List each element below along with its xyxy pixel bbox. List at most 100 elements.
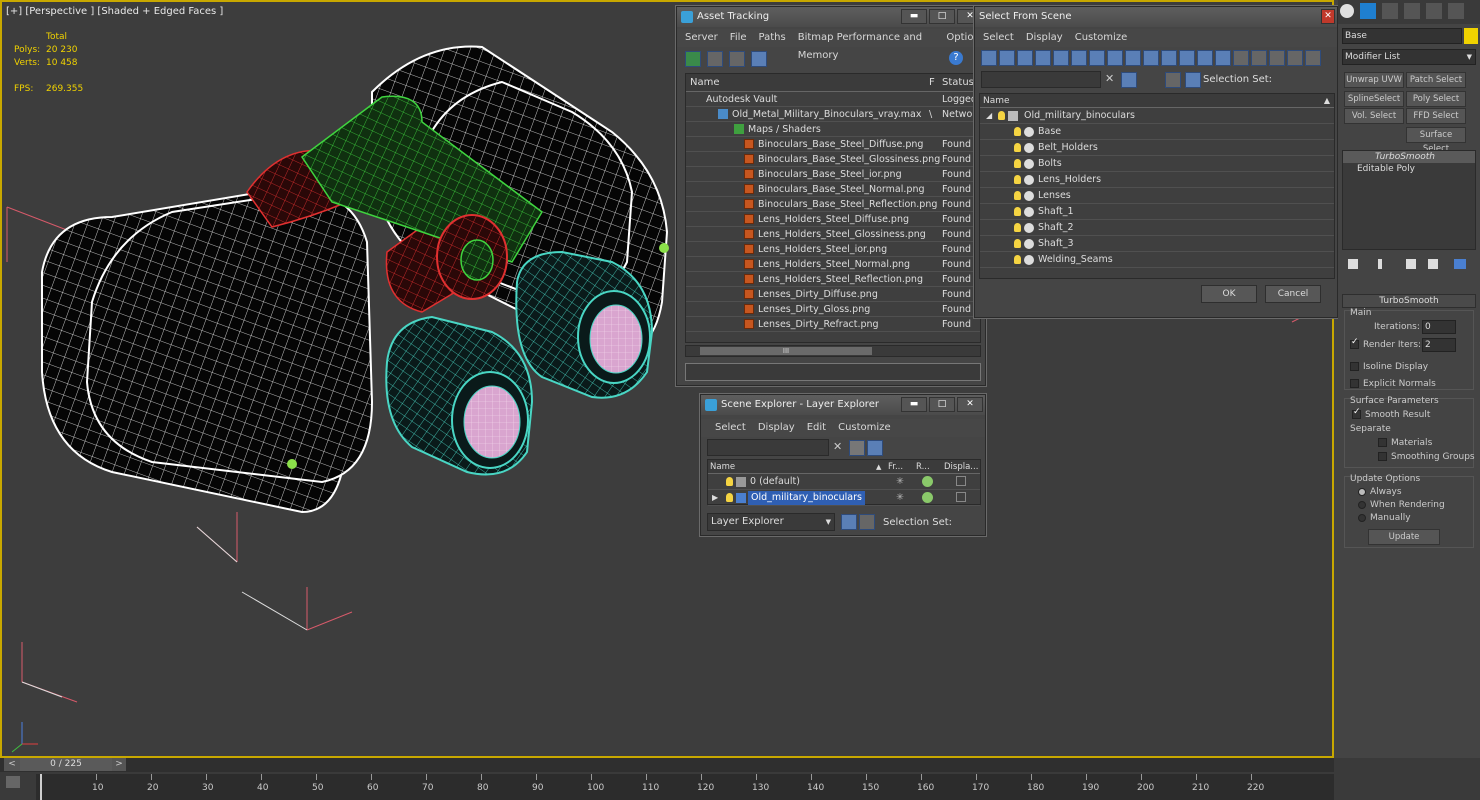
asset-file-row[interactable]: Binoculars_Base_Steel_Glossiness.png Foun… (686, 152, 980, 167)
poly-select-button[interactable]: Poly Select (1406, 91, 1466, 107)
asset-file-row[interactable]: Lenses_Dirty_Diffuse.png Found (686, 287, 980, 302)
sfs-search-input[interactable] (981, 71, 1101, 88)
scene-explorer-titlebar[interactable]: Scene Explorer - Layer Explorer ▬ □ ✕ (701, 395, 985, 415)
new-layer-icon[interactable] (849, 440, 865, 456)
light-bulb-icon[interactable] (1014, 191, 1021, 200)
menu-bitmap-performance[interactable]: Bitmap Performance and Memory (798, 29, 935, 61)
stack-item-turbosmooth[interactable]: TurboSmooth (1343, 151, 1475, 163)
refresh-icon[interactable] (685, 51, 701, 67)
render-teapot-icon[interactable] (922, 476, 933, 487)
light-bulb-icon[interactable] (726, 493, 733, 502)
close-button[interactable]: ✕ (957, 397, 983, 412)
asset-file-row[interactable]: Binoculars_Base_Steel_Normal.png Found (686, 182, 980, 197)
minimize-button[interactable]: ▬ (901, 397, 927, 412)
se-search-input[interactable] (707, 439, 829, 456)
filter-options-icon[interactable] (1269, 50, 1285, 66)
light-bulb-icon[interactable] (1014, 207, 1021, 216)
display-containers-icon[interactable] (1143, 50, 1159, 66)
display-tab-icon[interactable] (1448, 3, 1464, 19)
expand-icon[interactable]: ▶ (712, 490, 718, 506)
menu-file[interactable]: File (730, 29, 747, 47)
menu-display[interactable]: Display (1026, 29, 1063, 47)
asset-file-row[interactable]: Binoculars_Base_Steel_ior.png Found (686, 167, 980, 182)
pin-stack-icon[interactable] (1348, 259, 1358, 269)
sfs-object-row[interactable]: Welding_Seams (980, 252, 1334, 268)
hierarchy-tab-icon[interactable] (1404, 3, 1420, 19)
menu-display[interactable]: Display (758, 419, 795, 437)
asset-file-row[interactable]: Lens_Holders_Steel_Normal.png Found (686, 257, 980, 272)
list-icon[interactable] (707, 51, 723, 67)
sfs-object-row[interactable]: Shaft_1 (980, 204, 1334, 220)
sync-selection-icon[interactable] (1251, 50, 1267, 66)
surface-select-button[interactable]: Surface Select (1406, 127, 1466, 154)
smoothing-groups-checkbox[interactable] (1378, 452, 1387, 461)
display-hidden-icon[interactable] (1179, 50, 1195, 66)
asset-file-row[interactable]: Binoculars_Base_Steel_Reflection.png Foun… (686, 197, 980, 212)
patch-select-button[interactable]: Patch Select (1406, 72, 1466, 88)
asset-row-scene-file[interactable]: Old_Metal_Military_Binoculars_vray.max \… (686, 107, 980, 122)
col-f[interactable]: F (929, 74, 935, 92)
always-radio[interactable] (1358, 487, 1366, 496)
explorer-type-dropdown[interactable]: Layer Explorer ▼ (707, 513, 835, 531)
freeze-icon[interactable]: ✳ (896, 490, 904, 506)
se-col-name[interactable]: Name (710, 460, 735, 474)
when-rendering-radio[interactable] (1358, 500, 1366, 509)
unwrap-uvw-button[interactable]: Unwrap UVW (1344, 72, 1404, 88)
minimize-button[interactable]: ▬ (901, 9, 927, 24)
sfs-object-row[interactable]: Lens_Holders (980, 172, 1334, 188)
asset-file-row[interactable]: Lens_Holders_Steel_Diffuse.png Found (686, 212, 980, 227)
layers-icon[interactable] (1165, 72, 1181, 88)
grid-view-icon[interactable] (751, 51, 767, 67)
render-teapot-icon[interactable] (922, 492, 933, 503)
sun-icon[interactable] (1340, 4, 1354, 18)
configure-sets-icon[interactable] (1454, 259, 1466, 269)
light-bulb-icon[interactable] (1014, 239, 1021, 248)
menu-customize[interactable]: Customize (838, 419, 891, 437)
light-bulb-icon[interactable] (1014, 143, 1021, 152)
show-end-result-icon[interactable] (1378, 259, 1382, 269)
display-bones-icon[interactable] (1125, 50, 1141, 66)
table-icon[interactable] (729, 51, 745, 67)
asset-file-row[interactable]: Binoculars_Base_Steel_Diffuse.png Found (686, 137, 980, 152)
display-none-icon[interactable] (1215, 50, 1231, 66)
light-bulb-icon[interactable] (726, 477, 733, 486)
close-button[interactable]: ✕ (1321, 9, 1335, 24)
stack-item-editable-poly[interactable]: Editable Poly (1343, 163, 1475, 175)
light-bulb-icon[interactable] (1014, 255, 1021, 264)
se-col-render[interactable]: R... (916, 460, 930, 474)
asset-row-vault[interactable]: Autodesk Vault Logged (686, 92, 980, 107)
display-helpers-icon[interactable] (1053, 50, 1069, 66)
sfs-object-row[interactable]: Base (980, 124, 1334, 140)
display-lights-icon[interactable] (1017, 50, 1033, 66)
asset-file-row[interactable]: Lenses_Dirty_Gloss.png Found (686, 302, 980, 317)
menu-server[interactable]: Server (685, 29, 718, 47)
prev-frame-button[interactable]: < (4, 758, 20, 771)
collapse-all-icon[interactable] (1305, 50, 1321, 66)
col-status[interactable]: Status (942, 74, 974, 92)
spline-select-button[interactable]: SplineSelect (1344, 91, 1404, 107)
render-iters-spinner[interactable]: 2 (1422, 338, 1456, 352)
maximize-button[interactable]: □ (929, 397, 955, 412)
display-all-icon[interactable] (1197, 50, 1213, 66)
layer-row-default[interactable]: 0 (default) ✳ (708, 474, 980, 490)
next-frame-button[interactable]: > (112, 758, 126, 771)
smooth-result-checkbox[interactable] (1352, 407, 1361, 419)
track-bar[interactable]: 10 20 30 40 50 60 70 80 90 100 110 120 130 140 150 160 1… (36, 774, 1334, 800)
menu-edit[interactable]: Edit (807, 419, 826, 437)
scene-explorer-window[interactable]: Scene Explorer - Layer Explorer ▬ □ ✕ Se… (700, 394, 986, 536)
time-slider-track[interactable]: < 0 / 225 > (0, 758, 1334, 772)
time-slider-thumb[interactable]: 0 / 225 (20, 758, 112, 771)
render-iters-checkbox[interactable] (1350, 337, 1359, 349)
se-col-frozen[interactable]: Fr... (888, 460, 903, 474)
clear-search-icon[interactable]: ✕ (833, 440, 842, 453)
se-col-display[interactable]: Displa... (944, 460, 978, 474)
hscroll-thumb[interactable]: III (700, 347, 872, 355)
asset-tracking-window[interactable]: Asset Tracking ▬ □ ✕ Server File Paths B… (676, 6, 986, 386)
manually-radio[interactable] (1358, 513, 1366, 522)
hierarchy-mode-icon[interactable] (859, 514, 875, 530)
update-button[interactable]: Update (1368, 529, 1440, 545)
sfs-object-row[interactable]: Belt_Holders (980, 140, 1334, 156)
sfs-root-row[interactable]: ◢ Old_military_binoculars (980, 108, 1334, 124)
object-name-field[interactable]: Base (1342, 28, 1462, 44)
display-groups-icon[interactable] (1089, 50, 1105, 66)
